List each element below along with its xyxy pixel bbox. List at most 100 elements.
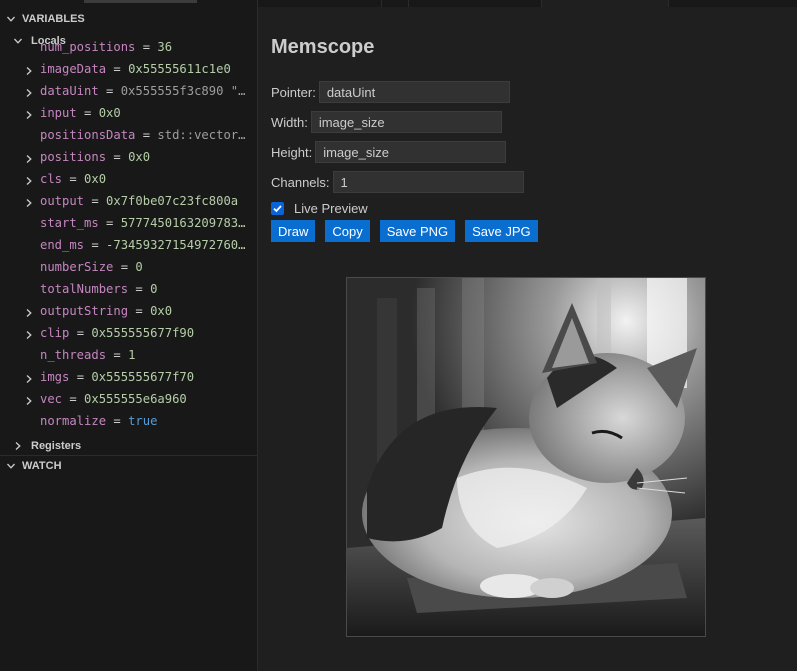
variable-row[interactable]: clip = 0x555555677f90 [0, 323, 257, 345]
registers-scope-title: Registers [31, 440, 82, 452]
variable-name: end_ms [40, 238, 85, 252]
pointer-field-row: Pointer: [271, 81, 510, 103]
variable-row[interactable]: vec = 0x555555e6a960 [0, 389, 257, 411]
chevron-right-icon[interactable] [24, 329, 34, 339]
variable-row[interactable]: start_ms = 5777450163209783… [0, 213, 257, 235]
chevron-right-icon[interactable] [24, 175, 34, 185]
variable-row[interactable]: num_positions = 36 [0, 38, 257, 59]
variable-row[interactable]: totalNumbers = 0 [0, 279, 257, 301]
chevron-right-icon[interactable] [24, 307, 34, 317]
variable-name: imgs [40, 370, 70, 384]
variable-name: vec [40, 392, 63, 406]
variable-row[interactable]: normalize = true [0, 411, 257, 433]
variable-value: 0x0 [98, 106, 121, 120]
checkmark-icon [273, 204, 282, 212]
sidebar-scroll-indicator [84, 0, 197, 3]
width-label: Width: [271, 114, 308, 130]
debug-sidebar: VARIABLES Locals num_positions = 36 imag… [0, 0, 257, 671]
variable-name: input [40, 106, 77, 120]
active-tab[interactable] [542, 0, 668, 7]
variable-row[interactable]: positions = 0x0 [0, 147, 257, 169]
chevron-right-icon[interactable] [24, 395, 34, 405]
copy-button[interactable]: Copy [325, 220, 370, 242]
variable-value: 0x555555677f70 [91, 370, 195, 384]
variable-value: 0x7f0be07c23fc800a [106, 194, 239, 208]
variable-row[interactable]: cls = 0x0 [0, 169, 257, 191]
action-buttons: Draw Copy Save PNG Save JPG [271, 220, 548, 242]
variables-list: num_positions = 36 imageData = 0x5555561… [0, 38, 257, 436]
height-label: Height: [271, 144, 313, 160]
variable-row[interactable]: output = 0x7f0be07c23fc800a [0, 191, 257, 213]
cat-image [347, 278, 705, 636]
page-title: Memscope [271, 36, 375, 58]
width-field-row: Width: [271, 111, 502, 133]
variable-value: 0x0 [150, 304, 173, 318]
tab-separator [668, 0, 669, 7]
channels-input[interactable] [332, 171, 524, 193]
variable-row[interactable]: imgs = 0x555555677f70 [0, 367, 257, 389]
variable-name: totalNumbers [40, 282, 129, 296]
tab-separator [408, 0, 409, 7]
chevron-right-icon[interactable] [24, 197, 34, 207]
width-input[interactable] [310, 111, 502, 133]
variable-value: true [128, 414, 158, 428]
live-preview-checkbox[interactable] [271, 201, 284, 215]
variable-name: dataUint [40, 84, 99, 98]
variables-section-header[interactable]: VARIABLES [0, 8, 257, 30]
variable-value: std::vector… [157, 128, 246, 142]
watch-section-title: WATCH [22, 460, 62, 472]
draw-button[interactable]: Draw [271, 220, 316, 242]
save-png-button[interactable]: Save PNG [379, 220, 456, 242]
variable-row[interactable]: n_threads = 1 [0, 345, 257, 367]
pointer-input[interactable] [318, 81, 510, 103]
chevron-right-icon[interactable] [24, 87, 34, 97]
variable-value: 0x0 [128, 150, 151, 164]
channels-field-row: Channels: [271, 171, 524, 193]
height-input[interactable] [315, 141, 507, 163]
variable-value: 0x55555611c1e0 [128, 62, 231, 76]
chevron-right-icon[interactable] [24, 153, 34, 163]
variable-name: positions [40, 150, 107, 164]
chevron-right-icon[interactable] [24, 65, 34, 75]
variable-name: num_positions [40, 40, 136, 54]
variable-name: n_threads [40, 348, 107, 362]
chevron-right-icon [11, 441, 25, 451]
variable-row[interactable]: outputString = 0x0 [0, 301, 257, 323]
save-jpg-button[interactable]: Save JPG [465, 220, 538, 242]
variable-value: 36 [157, 40, 173, 54]
live-preview-toggle[interactable]: Live Preview [271, 199, 368, 217]
variable-name: imageData [40, 62, 107, 76]
variable-value: 0 [150, 282, 158, 296]
variable-name: output [40, 194, 85, 208]
variable-value: 0x555555f3c890 "… [120, 84, 246, 98]
chevron-right-icon[interactable] [24, 373, 34, 383]
variable-row[interactable]: input = 0x0 [0, 103, 257, 125]
variable-row[interactable]: positionsData = std::vector… [0, 125, 257, 147]
variable-name: start_ms [40, 216, 99, 230]
variable-value: -73459327154972760… [106, 238, 246, 252]
variable-name: normalize [40, 414, 107, 428]
variable-value: 5777450163209783… [120, 216, 246, 230]
variable-name: positionsData [40, 128, 136, 142]
watch-section-header[interactable]: WATCH [0, 455, 257, 477]
pointer-label: Pointer: [271, 84, 316, 100]
variable-value: 0x0 [84, 172, 107, 186]
chevron-down-icon [0, 14, 22, 24]
variable-row[interactable]: imageData = 0x55555611c1e0 [0, 59, 257, 81]
variable-row[interactable]: end_ms = -73459327154972760… [0, 235, 257, 257]
variable-name: outputString [40, 304, 129, 318]
variable-value: 1 [128, 348, 136, 362]
live-preview-label: Live Preview [294, 200, 368, 216]
channels-label: Channels: [271, 174, 330, 190]
variable-value: 0x555555677f90 [91, 326, 195, 340]
tab-separator [381, 0, 382, 7]
registers-scope-header[interactable]: Registers [0, 435, 257, 457]
variable-name: clip [40, 326, 70, 340]
variable-row[interactable]: dataUint = 0x555555f3c890 "… [0, 81, 257, 103]
editor-tab-strip [258, 0, 797, 7]
chevron-right-icon[interactable] [24, 109, 34, 119]
variable-row[interactable]: numberSize = 0 [0, 257, 257, 279]
variable-name: cls [40, 172, 63, 186]
variable-value: 0x555555e6a960 [84, 392, 187, 406]
variables-section-title: VARIABLES [22, 13, 85, 25]
